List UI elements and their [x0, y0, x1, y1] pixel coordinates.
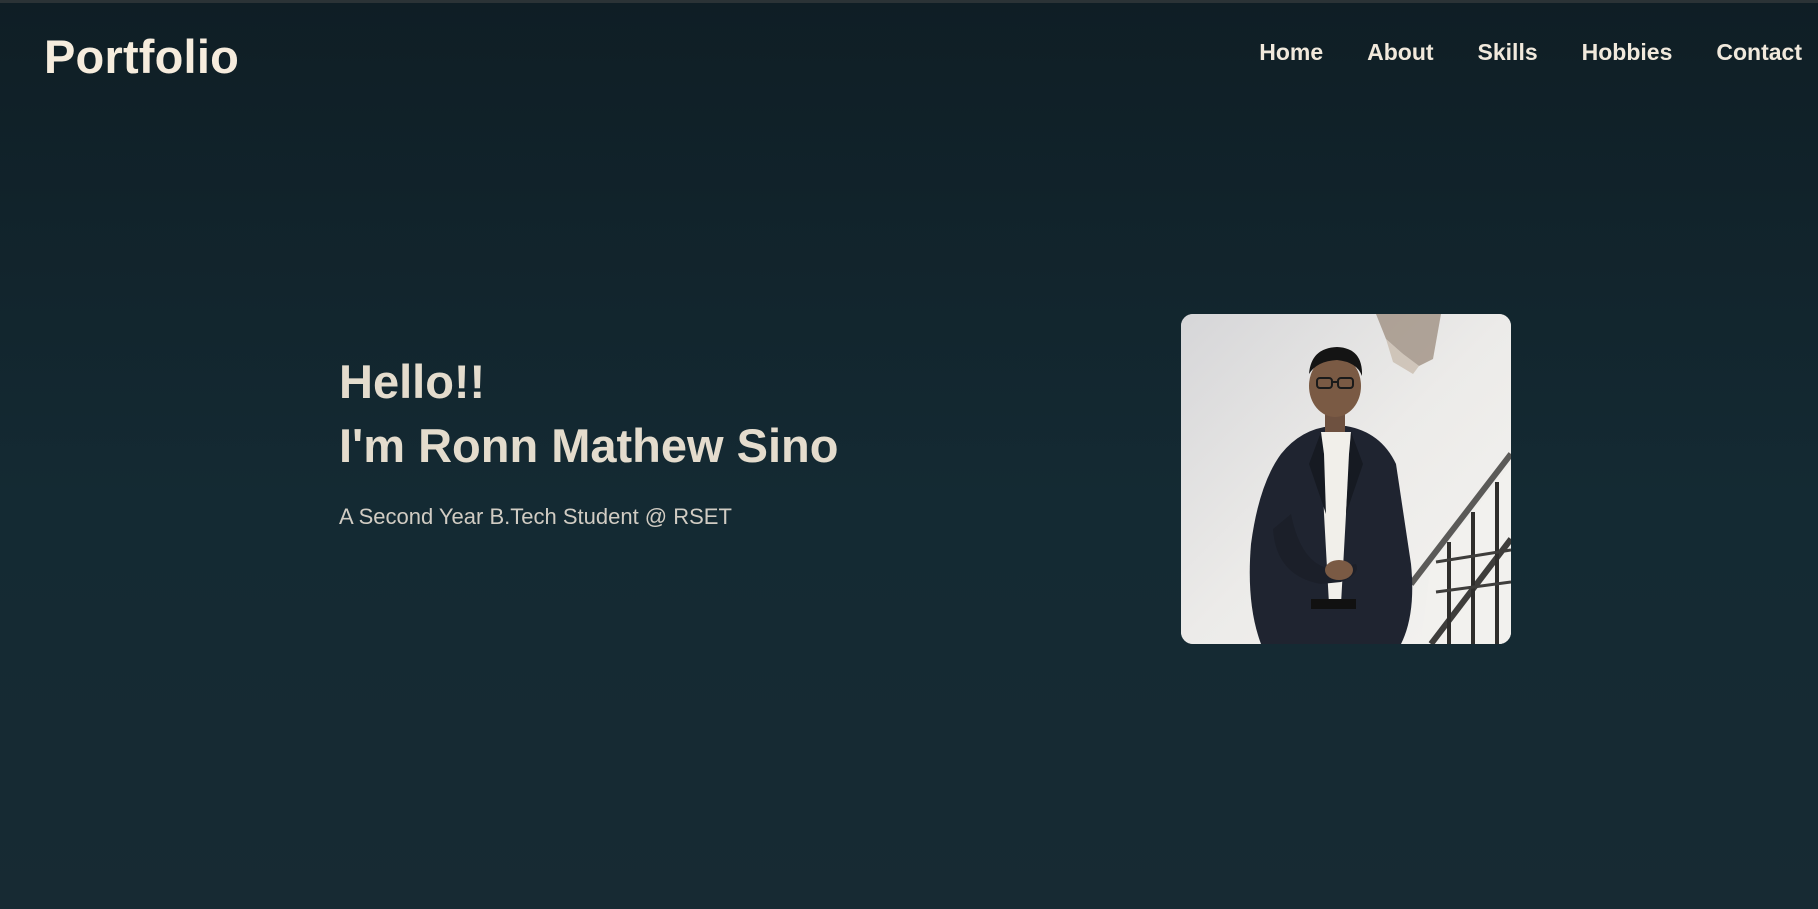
navbar: Portfolio Home About Skills Hobbies Cont… [0, 3, 1818, 113]
hero-greeting: Hello!! [339, 355, 486, 408]
hero-name-heading: I'm Ronn Mathew Sino [339, 419, 839, 472]
nav-link-home[interactable]: Home [1259, 39, 1323, 66]
nav-link-about[interactable]: About [1367, 39, 1433, 66]
brand-logo-text[interactable]: Portfolio [44, 29, 239, 84]
nav-menu: Home About Skills Hobbies Contact [1259, 39, 1802, 66]
hero-tagline: A Second Year B.Tech Student @ RSET [339, 504, 732, 529]
profile-photo [1181, 314, 1511, 644]
profile-photo-illustration [1181, 314, 1511, 644]
nav-link-contact[interactable]: Contact [1716, 39, 1802, 66]
nav-link-hobbies[interactable]: Hobbies [1582, 39, 1673, 66]
hero-intro: Hello!! I'm Ronn Mathew Sino A Second Ye… [339, 350, 1059, 530]
nav-link-skills[interactable]: Skills [1478, 39, 1538, 66]
